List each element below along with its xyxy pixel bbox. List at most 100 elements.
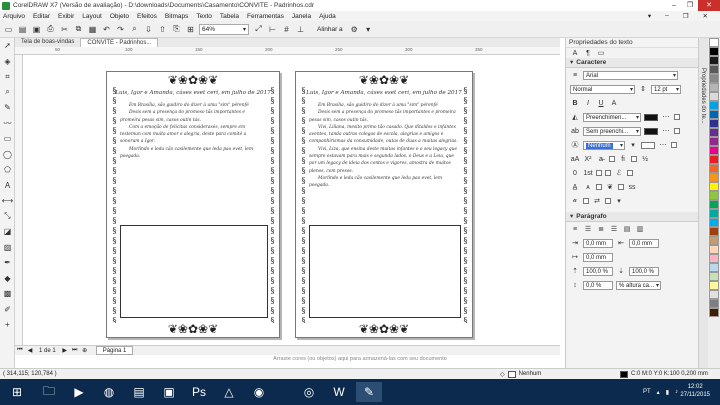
script-checkbox-1[interactable]: [609, 156, 615, 162]
palette-swatch[interactable]: [709, 218, 719, 227]
drawing-canvas[interactable]: ❦❀✿❀❦ §§§§§§§§§§§§§§§§§§§§§§§§§§§§§§ §§§…: [23, 55, 560, 345]
coreldraw-taskbar-icon[interactable]: ✎: [356, 382, 382, 402]
outline-pen-icon[interactable]: ✐: [0, 302, 15, 318]
space-before-field[interactable]: 100,0 %: [583, 266, 613, 276]
export-icon[interactable]: ⇧: [157, 24, 168, 35]
numerals-checkbox-2[interactable]: [605, 170, 611, 176]
rulers-icon[interactable]: ⊢: [267, 24, 278, 35]
align-force-justify-icon[interactable]: ▥: [635, 224, 645, 234]
ligature-icon[interactable]: fi: [618, 154, 628, 164]
menu-arquivo[interactable]: Arquivo: [3, 13, 25, 20]
doc-menu-icon[interactable]: ▾: [648, 12, 651, 20]
palette-swatch[interactable]: [709, 272, 719, 281]
invitation-page-right[interactable]: ❦❀✿❀❦ §§§§§§§§§§§§§§§§§§§§§§§§§§§§§§ §§§…: [295, 71, 473, 338]
add-page-button[interactable]: ⊕: [80, 347, 90, 354]
parallel-dimension-icon[interactable]: ⟷: [0, 193, 15, 209]
spacing-unit-dropdown[interactable]: % altura ca...: [616, 280, 661, 290]
menu-texto[interactable]: Texto: [196, 13, 212, 20]
palette-swatch[interactable]: [709, 47, 719, 56]
video-taskbar-icon[interactable]: ◉: [246, 382, 272, 402]
photo-frame-box[interactable]: [309, 225, 461, 318]
minimize-button[interactable]: ‒: [666, 0, 682, 11]
paste-icon[interactable]: ▦: [87, 24, 98, 35]
zoom-tool-icon[interactable]: ⌕: [0, 85, 15, 101]
options-icon[interactable]: ⚙: [349, 24, 360, 35]
horizontal-ruler[interactable]: 50 100 150 200 250 300 350: [15, 47, 560, 55]
palette-swatch[interactable]: [709, 146, 719, 155]
text-tool-icon[interactable]: A: [0, 178, 15, 194]
folder-taskbar-icon[interactable]: ▤: [126, 382, 152, 402]
background-type-dropdown[interactable]: Sem preenchi...: [583, 126, 641, 136]
font-style-dropdown[interactable]: Normal: [570, 84, 635, 94]
publish-pdf-icon[interactable]: ⎘: [171, 24, 182, 35]
palette-swatch[interactable]: [709, 128, 719, 137]
network-icon[interactable]: ▮: [666, 389, 669, 396]
outline-dropdown[interactable]: Nenhum: [583, 140, 625, 150]
fill-color-swatch[interactable]: [644, 113, 658, 121]
outline-color-swatch[interactable]: [641, 141, 655, 149]
align-right-icon[interactable]: ☰: [609, 224, 619, 234]
polygon-tool-icon[interactable]: ⬠: [0, 162, 15, 178]
search-content-icon[interactable]: ⌕: [129, 24, 140, 35]
palette-swatch[interactable]: [709, 164, 719, 173]
palette-swatch[interactable]: [709, 245, 719, 254]
outline-settings-icon[interactable]: ⋯: [658, 140, 668, 150]
last-page-button[interactable]: ⏭: [70, 347, 80, 354]
page-tab[interactable]: Página 1: [95, 346, 134, 355]
menu-bitmaps[interactable]: Bitmaps: [165, 13, 188, 20]
bold-icon[interactable]: B: [570, 98, 580, 108]
color-eyedropper-icon[interactable]: ✒: [0, 255, 15, 271]
connector-tool-icon[interactable]: ⤡: [0, 209, 15, 225]
guidelines-icon[interactable]: ⊥: [295, 24, 306, 35]
palette-swatch[interactable]: [709, 119, 719, 128]
glyph-checkbox-1[interactable]: [596, 184, 602, 190]
freehand-tool-icon[interactable]: ✎: [0, 100, 15, 116]
case-icon[interactable]: aA: [570, 154, 580, 164]
cut-icon[interactable]: ✂: [59, 24, 70, 35]
grid-icon[interactable]: #: [281, 24, 292, 35]
menu-janela[interactable]: Janela: [292, 13, 311, 20]
contextual-icon[interactable]: ⇄: [592, 196, 602, 206]
store-taskbar-icon[interactable]: ◍: [96, 382, 122, 402]
outline-checkbox[interactable]: [671, 142, 677, 148]
rectangle-tool-icon[interactable]: ▭: [0, 131, 15, 147]
background-settings-icon[interactable]: ⋯: [661, 126, 671, 136]
align-none-icon[interactable]: ≡: [570, 224, 580, 234]
paragraph-tab-icon[interactable]: ¶: [583, 48, 593, 58]
fill-type-dropdown[interactable]: Preenchimen...: [583, 112, 641, 122]
print-icon[interactable]: ⎙: [45, 24, 56, 35]
background-checkbox[interactable]: [674, 128, 680, 134]
transparency-tool-icon[interactable]: ▨: [0, 240, 15, 256]
next-page-button[interactable]: ▶: [60, 347, 70, 354]
glyph-checkbox-2[interactable]: [618, 184, 624, 190]
maximize-button[interactable]: ❐: [682, 0, 698, 11]
palette-swatch[interactable]: [709, 263, 719, 272]
palette-swatch[interactable]: [709, 308, 719, 317]
open-folder-icon[interactable]: ▤: [17, 24, 28, 35]
italic-icon[interactable]: I: [583, 98, 593, 108]
zoom-level-dropdown[interactable]: 64%: [199, 23, 249, 35]
palette-swatch[interactable]: [709, 182, 719, 191]
paragraph-section-header[interactable]: Parágrafo: [566, 212, 698, 222]
word-taskbar-icon[interactable]: W: [326, 382, 352, 402]
palette-swatch[interactable]: [709, 200, 719, 209]
volume-icon[interactable]: ♪: [675, 389, 678, 395]
outline-width-icon[interactable]: ▾: [628, 140, 638, 150]
pick-tool-icon[interactable]: ➚: [0, 38, 15, 54]
tray-arrow-icon[interactable]: ▴: [657, 389, 660, 396]
menu-exibir[interactable]: Exibir: [58, 13, 74, 20]
interactive-fill-icon[interactable]: ◆: [0, 271, 15, 287]
menu-objeto[interactable]: Objeto: [110, 13, 129, 20]
fraction-icon[interactable]: ½: [640, 154, 650, 164]
invitation-body-text[interactable]: Em Brasília, são guidiro do dizer à uma …: [120, 102, 266, 160]
align-justify-icon[interactable]: ▤: [622, 224, 632, 234]
numerals-checkbox-3[interactable]: [627, 170, 633, 176]
tab-convite-padrinhos[interactable]: CONVITE - Padrinhos...: [80, 38, 159, 47]
strikethrough-icon[interactable]: a̶: [596, 154, 606, 164]
palette-swatch[interactable]: [709, 92, 719, 101]
palette-swatch[interactable]: [709, 137, 719, 146]
palette-swatch[interactable]: [709, 74, 719, 83]
numerals-checkbox-1[interactable]: [596, 170, 602, 176]
size-spinner-icon[interactable]: ⇕: [638, 84, 648, 94]
oldstyle-numerals-icon[interactable]: 0: [570, 168, 580, 178]
